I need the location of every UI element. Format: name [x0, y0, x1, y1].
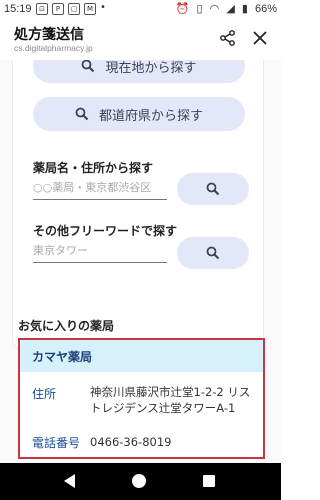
- prefecture-label: 都道府県から探す: [98, 108, 203, 124]
- page-content[interactable]: 現在地から探す 都道府県から探す 薬局名・住所から探す ○○薬局・東京都渋谷区 …: [0, 60, 281, 463]
- pharmacy-name: カマヤ薬局: [32, 350, 93, 364]
- close-icon[interactable]: [250, 28, 270, 48]
- notification-icon: ⊡: [36, 3, 48, 15]
- wifi-icon: ◠: [209, 3, 220, 15]
- vibrate-icon: ▯: [196, 3, 203, 15]
- gmail-icon: M: [84, 3, 96, 15]
- notification-icon: P: [52, 3, 64, 15]
- favorite-pharmacy-card[interactable]: カマヤ薬局 住所 神奈川県藤沢市辻堂1-2-2 リストレジデンス辻堂タワーA-1…: [18, 338, 265, 459]
- recents-icon[interactable]: [203, 475, 215, 487]
- signal-icon: ◢: [226, 3, 235, 15]
- system-nav-bar: [0, 463, 281, 500]
- status-time: 15:19: [4, 3, 32, 15]
- favorites-title: お気に入りの薬局: [18, 319, 115, 333]
- alarm-icon: ⏰: [175, 3, 190, 15]
- search-icon: [75, 107, 89, 121]
- name-address-search-button[interactable]: [177, 173, 249, 205]
- name-address-input[interactable]: ○○薬局・東京都渋谷区: [33, 177, 167, 200]
- address-label: 住所: [32, 387, 57, 401]
- app-bar: 処方箋送信 cs.digitalpharmacy.jp: [0, 18, 281, 61]
- share-icon[interactable]: [218, 28, 238, 48]
- more-notifications-icon: •: [100, 2, 106, 13]
- home-icon[interactable]: [132, 474, 146, 488]
- search-icon: [206, 182, 220, 196]
- notification-icon: ▢: [68, 3, 80, 15]
- status-right: ⏰ ▯ ◠ ◢ ▮ 66%: [172, 2, 277, 15]
- search-icon: [82, 60, 95, 73]
- prefecture-button[interactable]: 都道府県から探す: [33, 97, 245, 131]
- phone-value: 0466-36-8019: [90, 435, 172, 449]
- search-card: 現在地から探す 都道府県から探す 薬局名・住所から探す ○○薬局・東京都渋谷区 …: [12, 60, 264, 350]
- page-url: cs.digitalpharmacy.jp: [14, 43, 93, 53]
- pharmacy-header: カマヤ薬局: [20, 340, 263, 372]
- back-icon[interactable]: [64, 474, 75, 488]
- search-icon: [206, 246, 220, 260]
- current-location-button[interactable]: 現在地から探す: [33, 60, 245, 83]
- freeword-search-button[interactable]: [177, 237, 249, 269]
- battery-icon: ▮: [241, 3, 248, 15]
- freeword-title: その他フリーワードで探す: [33, 224, 178, 238]
- address-value: 神奈川県藤沢市辻堂1-2-2 リストレジデンス辻堂タワーA-1: [90, 385, 251, 415]
- status-bar: 15:19 ⊡ P ▢ M • ⏰ ▯ ◠ ◢ ▮ 66%: [0, 0, 281, 18]
- freeword-input[interactable]: 東京タワー: [33, 240, 167, 263]
- page-title: 処方箋送信: [14, 27, 84, 43]
- phone-label: 電話番号: [32, 436, 81, 450]
- battery-percent: 66%: [254, 3, 277, 15]
- current-location-label: 現在地から探す: [105, 60, 197, 76]
- name-address-title: 薬局名・住所から探す: [33, 161, 154, 175]
